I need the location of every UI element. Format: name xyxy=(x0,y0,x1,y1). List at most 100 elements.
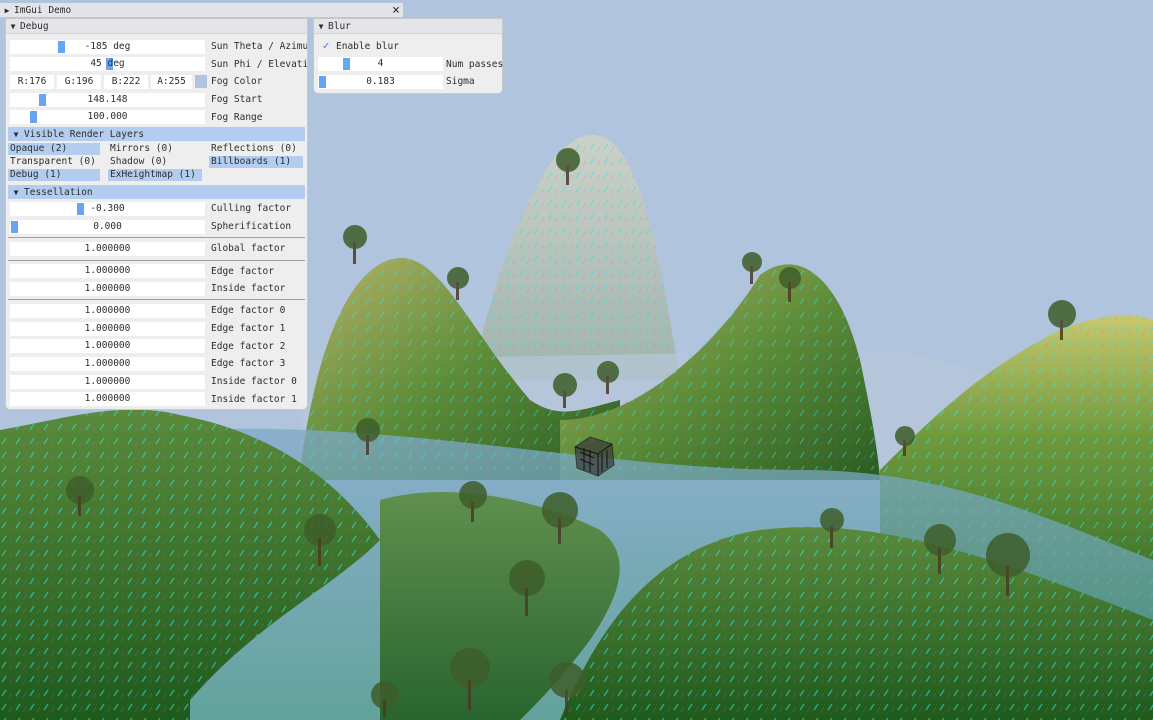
sigma-value: 0.183 xyxy=(366,75,395,87)
spherification-label: Spherification xyxy=(211,221,292,233)
fog-color-g[interactable]: G:196 xyxy=(57,74,101,89)
edge-factor-1-row: 1.000000 Edge factor 1 xyxy=(6,320,307,338)
edge-factor-value: 1.000000 xyxy=(84,265,131,276)
collapse-triangle-icon[interactable]: ▼ xyxy=(8,188,24,197)
debug-window: ▼ Debug -185 deg Sun Theta / Azimuth 45 … xyxy=(5,18,308,410)
spherification-slider[interactable]: 0.000 xyxy=(10,219,205,234)
sun-phi-slider[interactable]: 45 deg xyxy=(10,57,205,72)
slider-grab[interactable] xyxy=(319,75,326,88)
num-passes-slider[interactable]: 4 xyxy=(318,57,443,72)
sigma-label: Sigma xyxy=(446,76,475,88)
render-layers-header[interactable]: ▼ Visible Render Layers xyxy=(8,127,305,142)
num-passes-label: Num passes xyxy=(446,58,504,70)
fog-range-label: Fog Range xyxy=(211,111,263,123)
layer-mirrors[interactable]: Mirrors (0) xyxy=(108,143,200,155)
edge-factor-2-row: 1.000000 Edge factor 2 xyxy=(6,338,307,356)
app-title: ImGui Demo xyxy=(14,4,72,16)
num-passes-row: 4 Num passes xyxy=(314,56,504,74)
render-layers-list: Opaque (2) Mirrors (0) Reflections (0) T… xyxy=(6,142,307,184)
fog-range-value: 100.000 xyxy=(87,111,128,123)
sun-phi-label: Sun Phi / Elevation xyxy=(211,58,307,70)
fog-color-label: Fog Color xyxy=(211,76,263,88)
inside-factor-row: 1.000000 Inside factor xyxy=(6,280,307,298)
inside-factor-0-input[interactable]: 1.000000 xyxy=(10,374,205,389)
inside-factor-0-row: 1.000000 Inside factor 0 xyxy=(6,373,307,391)
layer-debug[interactable]: Debug (1) xyxy=(8,169,100,182)
fog-start-value: 148.148 xyxy=(87,93,128,105)
fog-range-row: 100.000 Fog Range xyxy=(6,109,307,127)
sigma-slider[interactable]: 0.183 xyxy=(318,74,443,89)
collapse-triangle-icon[interactable]: ▼ xyxy=(6,22,20,31)
blur-window-header[interactable]: ▼ Blur xyxy=(314,19,502,34)
sun-theta-value: -185 deg xyxy=(84,40,131,52)
collapse-triangle-icon[interactable]: ▶ xyxy=(0,6,14,15)
edge-factor-3-label: Edge factor 3 xyxy=(211,358,286,370)
collapse-triangle-icon[interactable]: ▼ xyxy=(8,130,24,139)
global-factor-value: 1.000000 xyxy=(84,242,131,254)
tessellation-title: Tessellation xyxy=(24,186,93,198)
edge-factor-1-input[interactable]: 1.000000 xyxy=(10,321,205,336)
enable-blur-label[interactable]: Enable blur xyxy=(336,38,399,55)
global-factor-input[interactable]: 1.000000 xyxy=(10,241,205,256)
inside-factor-1-input[interactable]: 1.000000 xyxy=(10,392,205,407)
culling-row: -0.300 Culling factor xyxy=(6,200,307,218)
sun-theta-label: Sun Theta / Azimuth xyxy=(211,41,307,52)
layer-reflections[interactable]: Reflections (0) xyxy=(209,143,303,155)
fog-start-label: Fog Start xyxy=(211,94,263,106)
edge-factor-0-input[interactable]: 1.000000 xyxy=(10,303,205,318)
edge-factor-3-value: 1.000000 xyxy=(84,357,131,369)
sun-phi-value: 45 deg xyxy=(90,58,125,70)
layer-transparent[interactable]: Transparent (0) xyxy=(8,156,100,168)
blur-window: ▼ Blur ✓ Enable blur 4 Num passes 0.183 … xyxy=(313,18,503,94)
fog-color-r[interactable]: R:176 xyxy=(10,74,54,89)
edge-factor-input[interactable]: 1.000000 xyxy=(10,264,205,278)
num-passes-value: 4 xyxy=(377,58,384,70)
fog-color-row: R:176 G:196 B:222 A:255 Fog Color xyxy=(6,73,307,91)
slider-grab[interactable] xyxy=(39,93,46,106)
debug-window-header[interactable]: ▼ Debug xyxy=(6,19,307,34)
fog-color-a[interactable]: A:255 xyxy=(151,74,192,89)
edge-factor-2-input[interactable]: 1.000000 xyxy=(10,339,205,354)
sun-theta-slider[interactable]: -185 deg xyxy=(10,39,205,54)
edge-factor-2-value: 1.000000 xyxy=(84,340,131,352)
fog-start-slider[interactable]: 148.148 xyxy=(10,92,205,107)
inside-factor-1-row: 1.000000 Inside factor 1 xyxy=(6,391,307,409)
slider-grab[interactable] xyxy=(30,111,37,124)
edge-factor-0-value: 1.000000 xyxy=(84,304,131,316)
layer-billboards[interactable]: Billboards (1) xyxy=(209,156,303,169)
collapse-triangle-icon[interactable]: ▼ xyxy=(314,22,328,31)
layer-shadow[interactable]: Shadow (0) xyxy=(108,156,200,168)
edge-factor-0-label: Edge factor 0 xyxy=(211,305,286,317)
inside-factor-1-label: Inside factor 1 xyxy=(211,393,297,405)
fog-color-swatch[interactable] xyxy=(195,74,207,88)
sun-theta-row: -185 deg Sun Theta / Azimuth xyxy=(6,38,307,56)
fog-range-slider[interactable]: 100.000 xyxy=(10,110,205,125)
fog-color-b[interactable]: B:222 xyxy=(104,74,148,89)
checkbox-check-icon[interactable]: ✓ xyxy=(320,40,332,52)
tessellation-header[interactable]: ▼ Tessellation xyxy=(8,185,305,200)
edge-factor-label: Edge factor xyxy=(211,265,274,277)
global-factor-row: 1.000000 Global factor xyxy=(6,240,307,258)
enable-blur-row: ✓ Enable blur xyxy=(314,38,502,56)
slider-grab[interactable] xyxy=(343,58,350,71)
close-icon[interactable]: × xyxy=(389,4,403,17)
app-title-bar[interactable]: ▶ ImGui Demo × xyxy=(0,3,403,18)
culling-label: Culling factor xyxy=(211,203,292,215)
spherification-row: 0.000 Spherification xyxy=(6,218,307,236)
slider-grab[interactable] xyxy=(11,220,18,233)
edge-factor-3-row: 1.000000 Edge factor 3 xyxy=(6,355,307,373)
slider-grab[interactable] xyxy=(58,40,65,53)
edge-factor-row: 1.000000 Edge factor xyxy=(6,263,307,281)
spherification-value: 0.000 xyxy=(93,220,122,232)
layer-exheightmap[interactable]: ExHeightmap (1) xyxy=(108,169,202,182)
sigma-row: 0.183 Sigma xyxy=(314,73,502,91)
blur-window-title: Blur xyxy=(328,20,351,32)
layer-opaque[interactable]: Opaque (2) xyxy=(8,143,100,156)
inside-factor-1-value: 1.000000 xyxy=(84,393,131,405)
edge-factor-3-input[interactable]: 1.000000 xyxy=(10,356,205,371)
slider-grab[interactable] xyxy=(77,202,84,215)
separator xyxy=(8,259,305,261)
inside-factor-input[interactable]: 1.000000 xyxy=(10,281,205,296)
inside-factor-value: 1.000000 xyxy=(84,282,131,294)
culling-slider[interactable]: -0.300 xyxy=(10,201,205,216)
